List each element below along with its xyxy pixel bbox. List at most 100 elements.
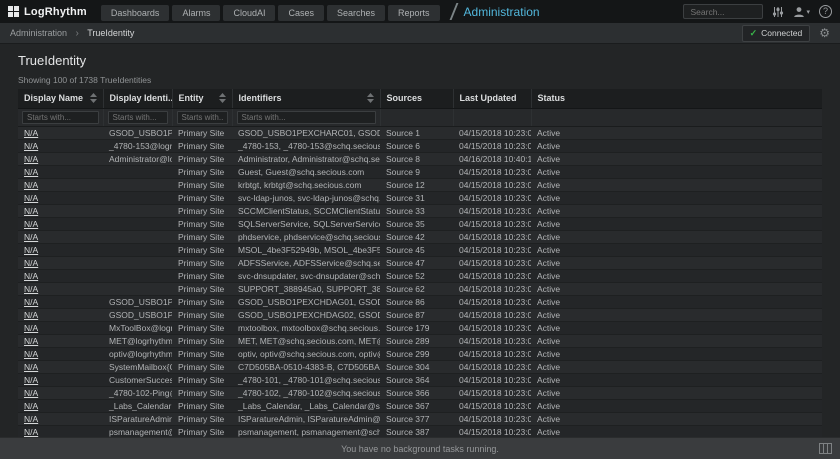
display-name-link[interactable]: N/A xyxy=(24,271,38,281)
display-name-link[interactable]: N/A xyxy=(24,284,38,294)
table-row[interactable]: N/A_Labs_Calendar@...Primary Site_Labs_C… xyxy=(18,399,822,412)
column-header-status[interactable]: Status xyxy=(531,89,822,108)
panel-grid-icon[interactable] xyxy=(819,443,832,456)
column-header-sources[interactable]: Sources xyxy=(380,89,453,108)
last-updated-cell: 04/15/2018 10:23:03 pm xyxy=(453,386,531,399)
display-name-link[interactable]: N/A xyxy=(24,154,38,164)
identifiers-cell: ISParatureAdmin, ISParatureAdmin@schq.se… xyxy=(232,412,380,425)
nav-cloudai[interactable]: CloudAI xyxy=(223,5,275,21)
table-row[interactable]: N/ACustomerSuccess...Primary Site_4780-1… xyxy=(18,373,822,386)
table-row[interactable]: N/AGSOD_USBO1PEX...Primary SiteGSOD_USBO… xyxy=(18,295,822,308)
display-name-cell: N/A xyxy=(18,373,103,386)
table-row[interactable]: N/AAdministrator@lo...Primary SiteAdmini… xyxy=(18,152,822,165)
column-header-display-identifier[interactable]: Display Identi... xyxy=(103,89,172,108)
nav-cases[interactable]: Cases xyxy=(278,5,324,21)
display-name-link[interactable]: N/A xyxy=(24,180,38,190)
table-row[interactable]: N/APrimary SiteGuest, Guest@schq.secious… xyxy=(18,165,822,178)
display-name-link[interactable]: N/A xyxy=(24,323,38,333)
status-cell: Active xyxy=(531,321,822,334)
last-updated-cell: 04/15/2018 10:23:03 pm xyxy=(453,282,531,295)
column-header-last-updated[interactable]: Last Updated xyxy=(453,89,531,108)
table-row[interactable]: N/AMxToolBox@logr...Primary Sitemxtoolbo… xyxy=(18,321,822,334)
display-name-link[interactable]: N/A xyxy=(24,167,38,177)
table-row[interactable]: N/Aoptiv@logrhythm...Primary Siteoptiv, … xyxy=(18,347,822,360)
display-name-link[interactable]: N/A xyxy=(24,206,38,216)
status-cell: Active xyxy=(531,217,822,230)
sources-cell: Source 289 xyxy=(380,334,453,347)
search-input[interactable] xyxy=(683,4,763,19)
gear-icon[interactable]: ⚙ xyxy=(819,26,830,40)
display-name-link[interactable]: N/A xyxy=(24,245,38,255)
nav-reports[interactable]: Reports xyxy=(388,5,440,21)
column-header-display-name[interactable]: Display Name xyxy=(18,89,103,108)
status-cell: Active xyxy=(531,295,822,308)
display-name-link[interactable]: N/A xyxy=(24,297,38,307)
display-name-link[interactable]: N/A xyxy=(24,193,38,203)
logrhythm-logo[interactable]: LogRhythm xyxy=(8,6,87,18)
display-name-cell: N/A xyxy=(18,243,103,256)
table-row[interactable]: N/APrimary SiteMSOL_4be3F52949b, MSOL_4b… xyxy=(18,243,822,256)
display-name-link[interactable]: N/A xyxy=(24,427,38,437)
table-row[interactable]: N/ASystemMailbox{C...Primary SiteC7D505B… xyxy=(18,360,822,373)
last-updated-cell: 04/15/2018 10:23:03 pm xyxy=(453,347,531,360)
display-name-link[interactable]: N/A xyxy=(24,362,38,372)
filter-display-identifier-input[interactable] xyxy=(108,111,168,124)
sources-cell: Source 387 xyxy=(380,425,453,437)
user-menu[interactable]: ▾ xyxy=(793,6,810,18)
display-name-link[interactable]: N/A xyxy=(24,401,38,411)
nav-dashboards[interactable]: Dashboards xyxy=(101,5,170,21)
table-row[interactable]: N/APrimary SiteSQLServerService, SQLServ… xyxy=(18,217,822,230)
filter-display-name-input[interactable] xyxy=(22,111,99,124)
table-row[interactable]: N/AISParatureAdmin...Primary SiteISParat… xyxy=(18,412,822,425)
last-updated-cell: 04/15/2018 10:23:03 pm xyxy=(453,425,531,437)
table-row[interactable]: N/APrimary Sitekrbtgt, krbtgt@schq.secio… xyxy=(18,178,822,191)
identifiers-cell: krbtgt, krbtgt@schq.secious.com xyxy=(232,178,380,191)
active-section-label[interactable]: Administration xyxy=(464,5,540,19)
filter-entity-input[interactable] xyxy=(177,111,228,124)
nav-alarms[interactable]: Alarms xyxy=(172,5,220,21)
entity-cell: Primary Site xyxy=(172,126,232,139)
display-name-link[interactable]: N/A xyxy=(24,219,38,229)
status-cell: Active xyxy=(531,178,822,191)
table-row[interactable]: N/A_4780-153@logrh...Primary Site_4780-1… xyxy=(18,139,822,152)
display-identifier-cell: CustomerSuccess... xyxy=(103,373,172,386)
table-row[interactable]: N/APrimary SiteADFSService, ADFSService@… xyxy=(18,256,822,269)
display-name-link[interactable]: N/A xyxy=(24,128,38,138)
display-name-link[interactable]: N/A xyxy=(24,258,38,268)
sliders-icon[interactable] xyxy=(772,6,784,18)
breadcrumb-administration[interactable]: Administration xyxy=(10,28,67,38)
display-name-link[interactable]: N/A xyxy=(24,388,38,398)
table-row[interactable]: N/AGSOD_USBO1PEX...Primary SiteGSOD_USBO… xyxy=(18,126,822,139)
table-row[interactable]: N/APrimary Sitesvc-ldap-junos, svc-ldap-… xyxy=(18,191,822,204)
display-name-link[interactable]: N/A xyxy=(24,141,38,151)
table-row[interactable]: N/APrimary SiteSCCMClientStatus, SCCMCli… xyxy=(18,204,822,217)
identifiers-cell: SCCMClientStatus, SCCMClientStatus@schq.… xyxy=(232,204,380,217)
sources-cell: Source 45 xyxy=(380,243,453,256)
breadcrumb-trueidentity[interactable]: TrueIdentity xyxy=(87,28,134,38)
identifiers-cell: Guest, Guest@schq.secious.com xyxy=(232,165,380,178)
table-row[interactable]: N/Apsmanagement@...Primary Sitepsmanagem… xyxy=(18,425,822,437)
status-cell: Active xyxy=(531,230,822,243)
connected-toggle[interactable]: ✓ Connected xyxy=(742,25,811,42)
column-header-entity[interactable]: Entity xyxy=(172,89,232,108)
table-row[interactable]: N/APrimary SiteSUPPORT_388945a0, SUPPORT… xyxy=(18,282,822,295)
display-name-link[interactable]: N/A xyxy=(24,375,38,385)
filter-identifiers-input[interactable] xyxy=(237,111,376,124)
breadcrumb: Administration › TrueIdentity xyxy=(10,28,134,39)
table-row[interactable]: N/APrimary Sitesvc-dnsupdater, svc-dnsup… xyxy=(18,269,822,282)
identifiers-cell: _Labs_Calendar, _Labs_Calendar@schq.seci… xyxy=(232,399,380,412)
display-name-link[interactable]: N/A xyxy=(24,336,38,346)
table-row[interactable]: N/A_4780-102-Ping@...Primary Site_4780-1… xyxy=(18,386,822,399)
identifiers-cell: svc-ldap-junos, svc-ldap-junos@schq.seci… xyxy=(232,191,380,204)
table-row[interactable]: N/AGSOD_USBO1PEX...Primary SiteGSOD_USBO… xyxy=(18,308,822,321)
status-bar: You have no background tasks running. xyxy=(0,437,840,459)
nav-searches[interactable]: Searches xyxy=(327,5,385,21)
table-row[interactable]: N/APrimary Sitephdservice, phdservice@sc… xyxy=(18,230,822,243)
display-name-link[interactable]: N/A xyxy=(24,310,38,320)
display-name-link[interactable]: N/A xyxy=(24,232,38,242)
help-icon[interactable]: ? xyxy=(819,5,832,18)
display-name-link[interactable]: N/A xyxy=(24,349,38,359)
display-name-link[interactable]: N/A xyxy=(24,414,38,424)
table-row[interactable]: N/AMET@logrhythm...Primary SiteMET, MET@… xyxy=(18,334,822,347)
column-header-identifiers[interactable]: Identifiers xyxy=(232,89,380,108)
